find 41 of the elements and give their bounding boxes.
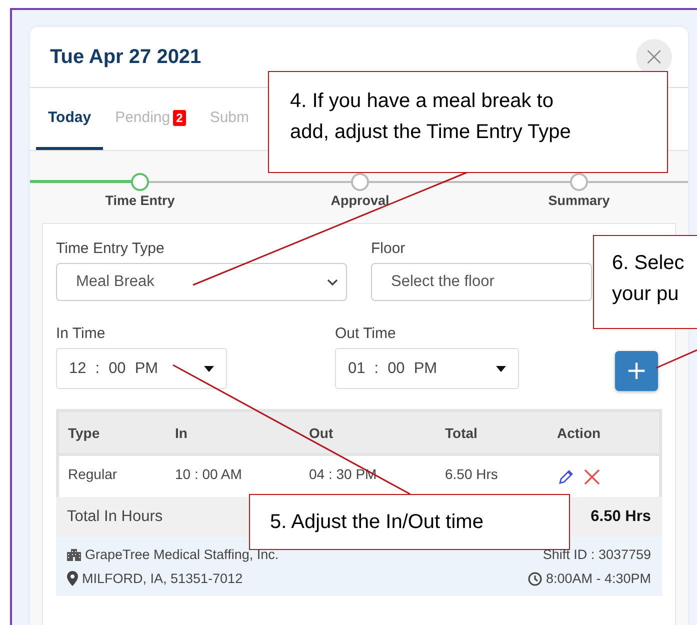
table-cell-text: 6.50 Hrs xyxy=(444,466,499,482)
caret-icon xyxy=(204,366,214,372)
location-pin-icon xyxy=(67,571,78,586)
building-icon xyxy=(67,548,81,560)
count-badge: 2 xyxy=(173,110,186,126)
callout-box: 4. If you have a meal break to add, adjust the Time Entry Type xyxy=(268,71,668,173)
caret-icon xyxy=(496,366,506,372)
table-cell-text: 10 : 00 AM xyxy=(174,466,243,482)
company-name: GrapeTree Medical Staffing, Inc. xyxy=(85,547,279,562)
time-picker[interactable]: 01 : 00 PM xyxy=(335,348,519,389)
shift-id: Shift ID : 3037759 xyxy=(542,547,651,562)
column-header: Total xyxy=(444,424,478,440)
tab[interactable]: Pending 2 xyxy=(103,88,198,150)
shift-hours: 8:00AM - 4:30PM xyxy=(546,571,651,586)
step-label: Time Entry xyxy=(105,193,175,208)
column-header: Action xyxy=(556,424,601,440)
add-button[interactable]: + xyxy=(615,351,658,391)
column-header: In xyxy=(174,424,188,440)
leader-line xyxy=(656,349,697,369)
step-label: Summary xyxy=(548,193,610,208)
total-label: Total In Hours xyxy=(67,508,163,526)
clock-icon xyxy=(528,572,542,586)
field-label: Floor xyxy=(371,240,406,257)
chevron-icon xyxy=(327,278,338,286)
dialog-title: Tue Apr 27 2021 xyxy=(50,46,202,68)
delete-icon[interactable] xyxy=(583,468,601,486)
field-label: In Time xyxy=(56,325,106,342)
callout-box: 6. Selec your pu xyxy=(593,235,697,329)
field-label: Time Entry Type xyxy=(56,240,166,257)
field-label: Out Time xyxy=(335,325,397,342)
table-cell-text: Regular xyxy=(67,466,118,482)
floor-select[interactable]: Select the floor xyxy=(371,263,592,301)
type-select[interactable]: Meal Break xyxy=(56,263,347,301)
column-header: Out xyxy=(308,424,334,440)
total-value: 6.50 Hrs xyxy=(590,508,651,526)
callout-box: 5. Adjust the In/Out time xyxy=(249,494,570,550)
step-label: Approval xyxy=(330,193,390,208)
column-header: Type xyxy=(67,424,101,440)
location: MILFORD, IA, 51351-7012 xyxy=(82,571,243,586)
time-picker[interactable]: 12 : 00 PM xyxy=(56,348,227,389)
edit-icon[interactable] xyxy=(557,468,575,486)
